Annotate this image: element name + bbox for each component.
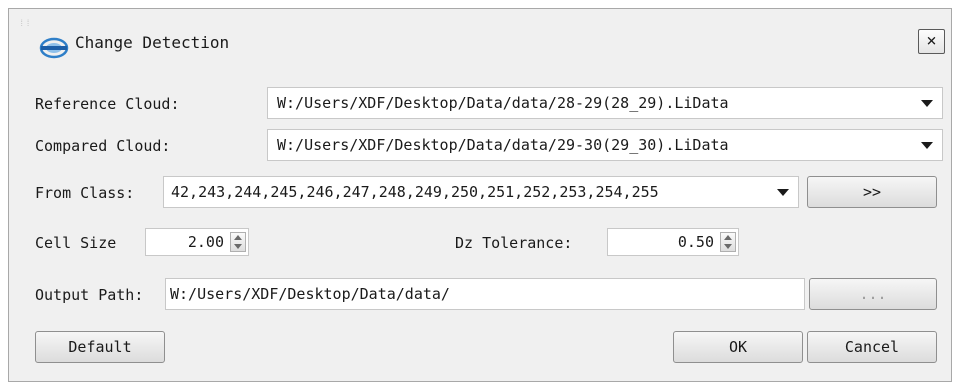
spin-up-icon [234, 235, 242, 240]
output-path-field[interactable]: W:/Users/XDF/Desktop/Data/data/ [165, 278, 805, 310]
spin-up-icon [724, 235, 732, 240]
compared-cloud-value: W:/Users/XDF/Desktop/Data/data/29-30(29_… [277, 136, 729, 154]
chevron-down-icon [777, 189, 789, 196]
cancel-button-label: Cancel [844, 338, 900, 356]
output-path-label: Output Path: [35, 286, 144, 304]
from-class-select[interactable]: 42,243,244,245,246,247,248,249,250,251,2… [163, 176, 799, 208]
chevron-down-icon [921, 100, 933, 107]
dz-tolerance-spinbox[interactable]: 0.50 [607, 228, 739, 256]
change-detection-dialog: ⁞⁞ Change Detection × Reference Cloud: W… [8, 8, 952, 382]
reference-cloud-select[interactable]: W:/Users/XDF/Desktop/Data/data/28-29(28_… [267, 87, 943, 119]
dialog-title: Change Detection [75, 33, 230, 52]
spin-down-icon [234, 244, 242, 249]
close-icon: × [926, 31, 937, 51]
dz-tolerance-value: 0.50 [677, 233, 714, 251]
browse-button[interactable]: ... [809, 278, 937, 310]
cell-size-label: Cell Size [35, 234, 117, 252]
reference-cloud-value: W:/Users/XDF/Desktop/Data/data/28-29(28_… [277, 94, 729, 112]
spin-arrows-icon[interactable] [230, 232, 246, 252]
cancel-button[interactable]: Cancel [807, 331, 937, 363]
cell-size-spinbox[interactable]: 2.00 [145, 228, 249, 256]
cell-size-value: 2.00 [187, 233, 224, 251]
reference-cloud-label: Reference Cloud: [35, 95, 180, 113]
browse-label: ... [859, 285, 887, 303]
spin-arrows-icon[interactable] [720, 232, 736, 252]
compared-cloud-select[interactable]: W:/Users/XDF/Desktop/Data/data/29-30(29_… [267, 129, 943, 161]
close-button[interactable]: × [918, 29, 945, 54]
ok-button[interactable]: OK [673, 331, 803, 363]
title-bar: Change Detection × [9, 9, 951, 73]
lidata-logo-icon [39, 37, 69, 59]
class-picker-label: >> [862, 183, 882, 201]
ok-button-label: OK [728, 338, 748, 356]
compared-cloud-label: Compared Cloud: [35, 137, 171, 155]
default-button[interactable]: Default [35, 331, 165, 363]
from-class-value: 42,243,244,245,246,247,248,249,250,251,2… [171, 183, 659, 201]
chevron-down-icon [921, 142, 933, 149]
output-path-value: W:/Users/XDF/Desktop/Data/data/ [170, 285, 450, 303]
default-button-label: Default [68, 338, 132, 356]
class-picker-button[interactable]: >> [807, 176, 937, 208]
spin-down-icon [724, 244, 732, 249]
from-class-label: From Class: [35, 184, 135, 202]
dz-tolerance-label: Dz Tolerance: [455, 234, 573, 252]
